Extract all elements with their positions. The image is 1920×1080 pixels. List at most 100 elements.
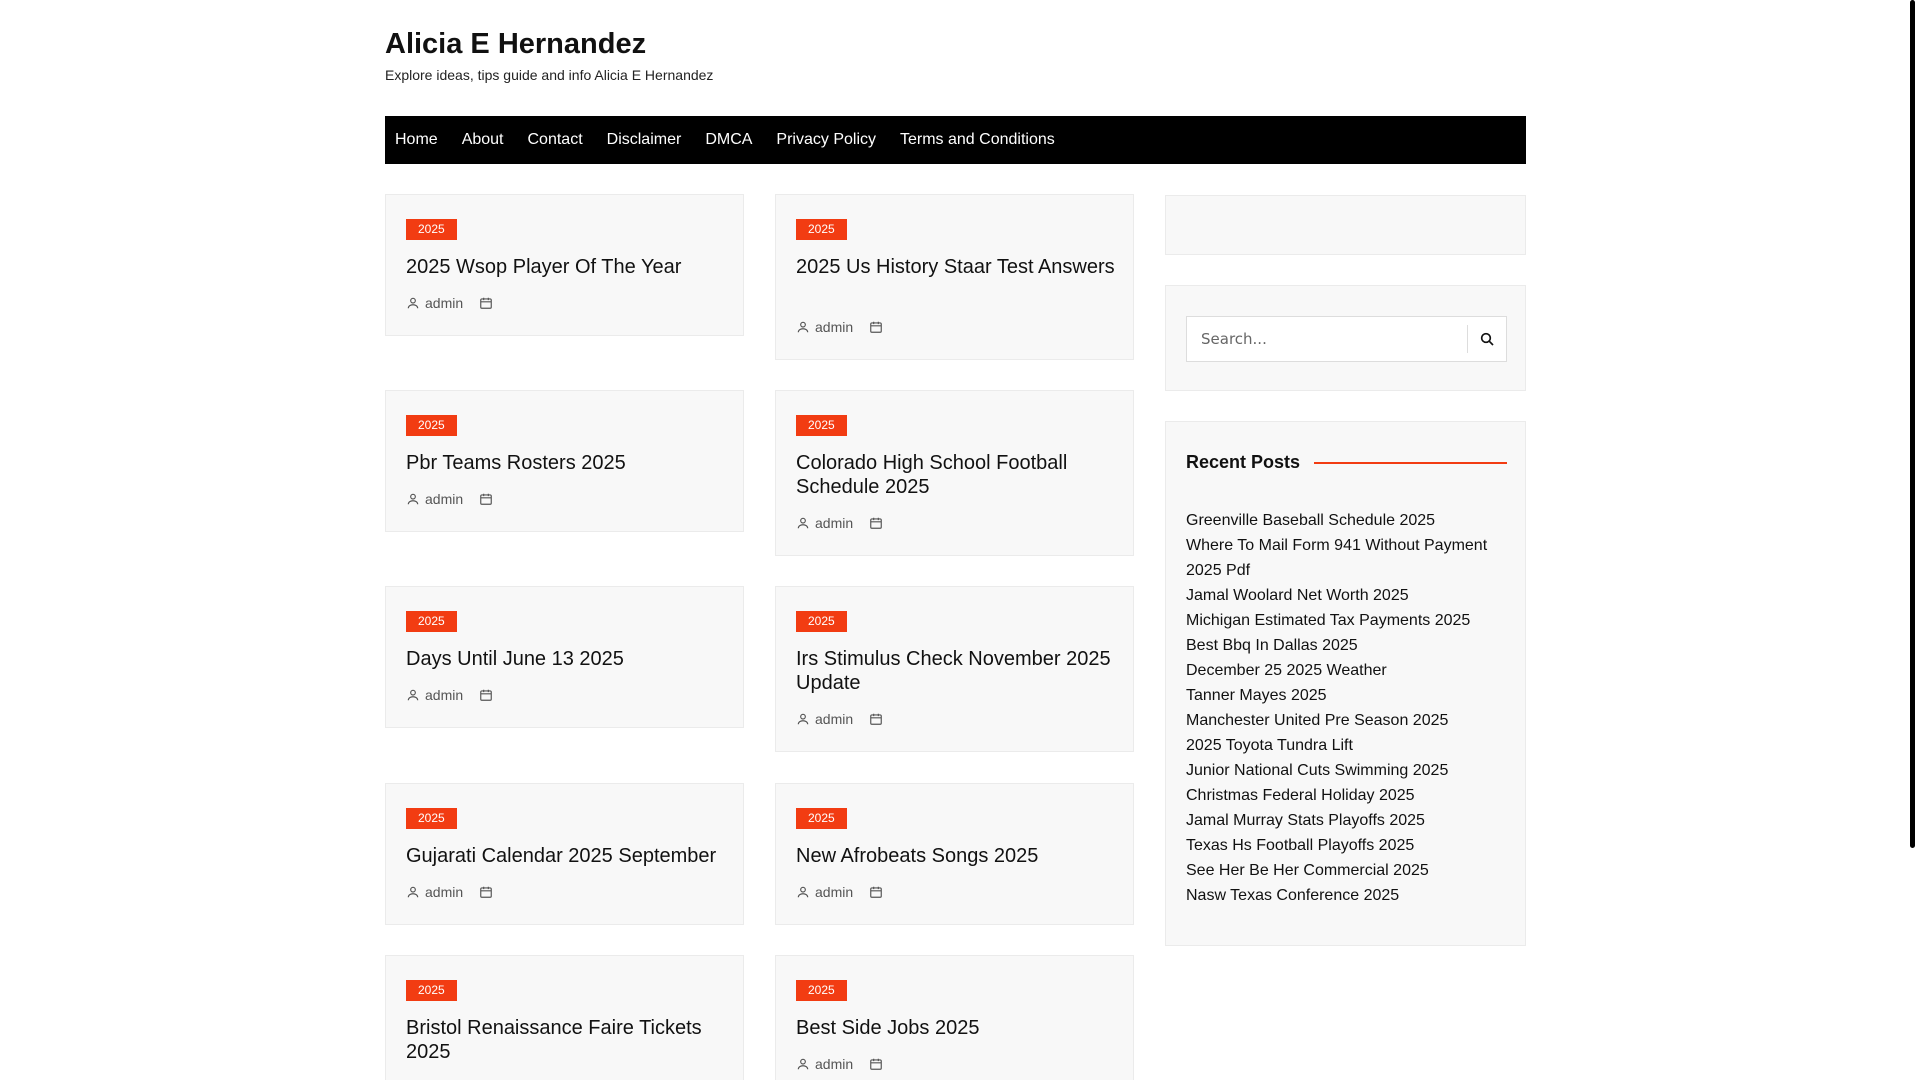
nav-item-dmca[interactable]: DMCA [693,116,764,164]
user-icon [796,320,810,334]
post-author[interactable]: admin [815,319,853,335]
category-tag[interactable]: 2025 [406,611,457,632]
calendar-icon [869,885,883,899]
post-card: 2025 2025 Us History Staar Test Answers … [775,194,1134,360]
post-author[interactable]: admin [425,687,463,703]
site-tagline: Explore ideas, tips guide and info Alici… [385,67,714,83]
user-icon [406,296,420,310]
post-title[interactable]: Gujarati Calendar 2025 September [406,844,731,868]
calendar-icon [869,712,883,726]
post-card: 2025 Gujarati Calendar 2025 September ad… [385,783,744,925]
user-icon [406,688,420,702]
calendar-icon [869,1057,883,1071]
recent-post-link[interactable]: Michigan Estimated Tax Payments 2025 [1186,608,1507,633]
nav-item-privacy-policy[interactable]: Privacy Policy [764,116,888,164]
search-widget [1165,285,1526,391]
page-scrollbar[interactable] [1910,0,1915,848]
user-icon [406,492,420,506]
category-tag[interactable]: 2025 [796,219,847,240]
search-button[interactable] [1467,325,1506,353]
post-title[interactable]: New Afrobeats Songs 2025 [796,844,1121,868]
nav-item-home[interactable]: Home [385,116,450,164]
post-meta: admin [796,884,883,900]
calendar-icon [479,885,493,899]
post-card: 2025 Colorado High School Football Sched… [775,390,1134,556]
post-card: 2025 2025 Wsop Player Of The Year admin [385,194,744,336]
recent-posts-widget: Recent Posts Greenville Baseball Schedul… [1165,421,1526,946]
category-tag[interactable]: 2025 [796,611,847,632]
recent-post-link[interactable]: Junior National Cuts Swimming 2025 [1186,758,1507,783]
post-author[interactable]: admin [815,515,853,531]
post-meta: admin [406,884,493,900]
nav-item-contact[interactable]: Contact [516,116,595,164]
user-icon [796,516,810,530]
post-author[interactable]: admin [815,1056,853,1072]
post-meta: admin [406,295,493,311]
recent-post-link[interactable]: Best Bbq In Dallas 2025 [1186,633,1507,658]
nav-item-about[interactable]: About [450,116,516,164]
recent-post-link[interactable]: See Her Be Her Commercial 2025 [1186,858,1507,883]
post-meta: admin [796,711,883,727]
post-meta: admin [406,687,493,703]
post-title[interactable]: Colorado High School Football Schedule 2… [796,451,1121,499]
calendar-icon [869,516,883,530]
post-meta: admin [796,319,883,335]
calendar-icon [479,296,493,310]
post-card: 2025 Best Side Jobs 2025 admin [775,955,1134,1080]
post-title[interactable]: 2025 Us History Staar Test Answers [796,255,1121,279]
post-author[interactable]: admin [815,711,853,727]
recent-post-link[interactable]: Christmas Federal Holiday 2025 [1186,783,1507,808]
main-navigation: Home About Contact Disclaimer DMCA Priva… [385,116,1526,164]
heading-divider [1314,462,1507,464]
post-title[interactable]: Days Until June 13 2025 [406,647,731,671]
user-icon [406,885,420,899]
search-form [1186,316,1507,362]
nav-item-disclaimer[interactable]: Disclaimer [595,116,694,164]
recent-post-link[interactable]: December 25 2025 Weather [1186,658,1507,683]
category-tag[interactable]: 2025 [406,415,457,436]
post-title[interactable]: 2025 Wsop Player Of The Year [406,255,731,279]
post-meta: admin [406,491,493,507]
nav-item-terms[interactable]: Terms and Conditions [888,116,1067,164]
recent-post-link[interactable]: Greenville Baseball Schedule 2025 [1186,508,1507,533]
user-icon [796,1057,810,1071]
category-tag[interactable]: 2025 [406,808,457,829]
category-tag[interactable]: 2025 [406,219,457,240]
search-input[interactable] [1187,317,1457,361]
post-title[interactable]: Irs Stimulus Check November 2025 Update [796,647,1121,695]
recent-posts-list: Greenville Baseball Schedule 2025 Where … [1186,508,1507,908]
post-card: 2025 Pbr Teams Rosters 2025 admin [385,390,744,532]
post-author[interactable]: admin [425,491,463,507]
site-title[interactable]: Alicia E Hernandez [385,28,646,61]
calendar-icon [479,688,493,702]
post-title[interactable]: Bristol Renaissance Faire Tickets 2025 [406,1016,731,1064]
user-icon [796,885,810,899]
post-author[interactable]: admin [425,884,463,900]
post-meta: admin [796,1056,883,1072]
post-card: 2025 Bristol Renaissance Faire Tickets 2… [385,955,744,1080]
recent-post-link[interactable]: 2025 Toyota Tundra Lift [1186,733,1507,758]
recent-post-link[interactable]: Nasw Texas Conference 2025 [1186,883,1507,908]
recent-post-link[interactable]: Tanner Mayes 2025 [1186,683,1507,708]
user-icon [796,712,810,726]
category-tag[interactable]: 2025 [796,980,847,1001]
category-tag[interactable]: 2025 [796,415,847,436]
post-card: 2025 New Afrobeats Songs 2025 admin [775,783,1134,925]
search-icon [1480,332,1494,346]
recent-post-link[interactable]: Manchester United Pre Season 2025 [1186,708,1507,733]
post-title[interactable]: Pbr Teams Rosters 2025 [406,451,731,475]
post-card: 2025 Irs Stimulus Check November 2025 Up… [775,586,1134,752]
calendar-icon [869,320,883,334]
recent-posts-heading: Recent Posts [1186,452,1301,472]
category-tag[interactable]: 2025 [406,980,457,1001]
recent-post-link[interactable]: Where To Mail Form 941 Without Payment 2… [1186,533,1507,583]
category-tag[interactable]: 2025 [796,808,847,829]
sidebar-empty-widget [1165,195,1526,255]
post-title[interactable]: Best Side Jobs 2025 [796,1016,1121,1040]
post-author[interactable]: admin [815,884,853,900]
post-author[interactable]: admin [425,295,463,311]
recent-post-link[interactable]: Texas Hs Football Playoffs 2025 [1186,833,1507,858]
recent-post-link[interactable]: Jamal Murray Stats Playoffs 2025 [1186,808,1507,833]
recent-post-link[interactable]: Jamal Woolard Net Worth 2025 [1186,583,1507,608]
calendar-icon [479,492,493,506]
